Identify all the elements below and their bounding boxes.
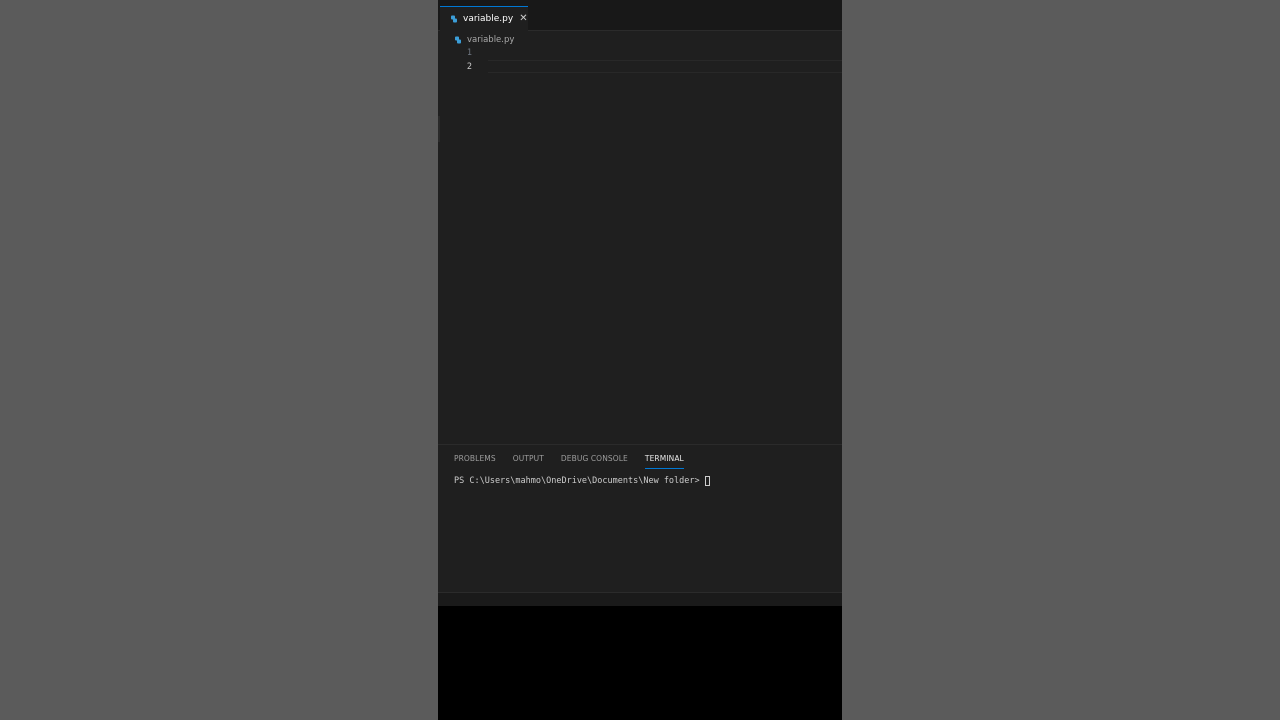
editor-tab-bar: variable.py ✕ bbox=[438, 6, 842, 31]
bottom-panel: PROBLEMS OUTPUT DEBUG CONSOLE TERMINAL P… bbox=[438, 444, 842, 593]
python-file-icon bbox=[454, 36, 462, 44]
line-number: 1 bbox=[466, 48, 472, 58]
background-right bbox=[842, 0, 1280, 720]
line-number: 2 bbox=[466, 62, 472, 72]
python-file-icon bbox=[450, 15, 458, 23]
background-left bbox=[0, 0, 438, 720]
tab-variable-py[interactable]: variable.py ✕ bbox=[440, 6, 528, 31]
current-line-highlight bbox=[488, 60, 842, 73]
terminal-prompt: PS C:\Users\mahmo\OneDrive\Documents\New… bbox=[454, 476, 700, 486]
tab-output[interactable]: OUTPUT bbox=[513, 453, 544, 469]
panel-tab-bar: PROBLEMS OUTPUT DEBUG CONSOLE TERMINAL bbox=[454, 453, 701, 469]
tab-label: variable.py bbox=[463, 14, 514, 24]
black-area bbox=[438, 606, 842, 720]
editor-edge bbox=[438, 116, 440, 142]
tab-debug-console[interactable]: DEBUG CONSOLE bbox=[561, 453, 628, 469]
breadcrumb-file-label: variable.py bbox=[467, 35, 515, 45]
terminal-cursor bbox=[704, 476, 710, 486]
vscode-window: variable.py ✕ variable.py 1 2 PROBLEMS O… bbox=[438, 0, 842, 720]
terminal[interactable]: PS C:\Users\mahmo\OneDrive\Documents\New… bbox=[454, 476, 710, 486]
tab-problems[interactable]: PROBLEMS bbox=[454, 453, 496, 469]
breadcrumb[interactable]: variable.py bbox=[454, 33, 514, 47]
code-editor[interactable]: 1 2 bbox=[438, 46, 842, 444]
close-icon[interactable]: ✕ bbox=[519, 14, 527, 24]
status-bar bbox=[438, 592, 842, 606]
tab-terminal[interactable]: TERMINAL bbox=[644, 453, 684, 469]
